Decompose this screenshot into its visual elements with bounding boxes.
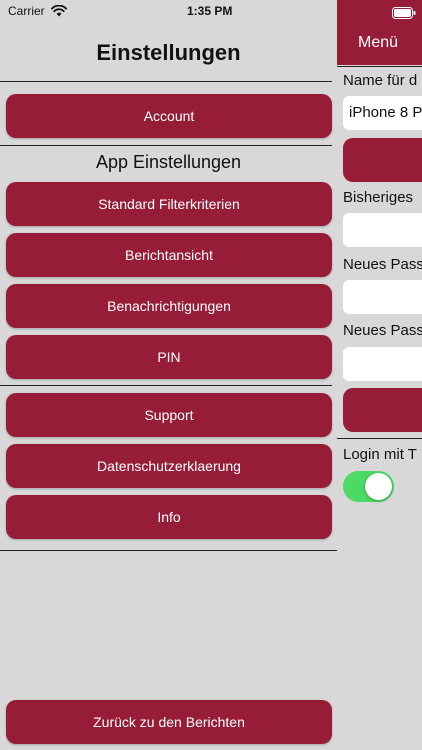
new-password-label: Neues Pass xyxy=(343,256,422,273)
divider xyxy=(0,145,332,146)
pin-button[interactable]: PIN xyxy=(6,335,332,379)
device-name-label: Name für d xyxy=(343,72,418,89)
change-password-button[interactable] xyxy=(343,388,422,432)
privacy-policy-button[interactable]: Datenschutzerklaerung xyxy=(6,444,332,488)
report-view-button[interactable]: Berichtansicht xyxy=(6,233,332,277)
login-touch-toggle[interactable] xyxy=(343,471,394,502)
divider xyxy=(0,550,337,551)
menu-title: Menü xyxy=(358,34,399,51)
divider xyxy=(337,438,422,439)
side-menu-panel: Menü Name für d iPhone 8 P Bisheriges Ne… xyxy=(337,0,422,750)
old-password-input[interactable] xyxy=(343,213,422,247)
standard-filter-button[interactable]: Standard Filterkriterien xyxy=(6,182,332,226)
side-menu-header: Menü xyxy=(337,0,422,65)
new-password-repeat-label: Neues Pass xyxy=(343,322,422,339)
status-bar: Carrier 1:35 PM xyxy=(0,0,337,22)
divider xyxy=(0,385,332,386)
save-device-name-button[interactable] xyxy=(343,138,422,182)
toggle-knob xyxy=(365,473,392,500)
divider xyxy=(337,66,422,67)
info-button[interactable]: Info xyxy=(6,495,332,539)
notifications-button[interactable]: Benachrichtigungen xyxy=(6,284,332,328)
account-button[interactable]: Account xyxy=(6,94,332,138)
new-password-input[interactable] xyxy=(343,280,422,314)
wifi-icon xyxy=(51,4,67,22)
divider xyxy=(0,81,332,82)
old-password-label: Bisheriges xyxy=(343,189,414,206)
back-to-reports-button[interactable]: Zurück zu den Berichten xyxy=(6,700,332,744)
device-name-input[interactable]: iPhone 8 P xyxy=(343,96,422,130)
new-password-repeat-input[interactable] xyxy=(343,347,422,381)
page-title: Einstellungen xyxy=(96,40,241,65)
section-title-app-settings: App Einstellungen xyxy=(95,152,242,172)
carrier-label: Carrier xyxy=(8,4,45,18)
clock-time: 1:35 PM xyxy=(187,4,233,18)
support-button[interactable]: Support xyxy=(6,393,332,437)
login-touch-label: Login mit T xyxy=(343,446,417,463)
battery-icon xyxy=(392,6,416,24)
